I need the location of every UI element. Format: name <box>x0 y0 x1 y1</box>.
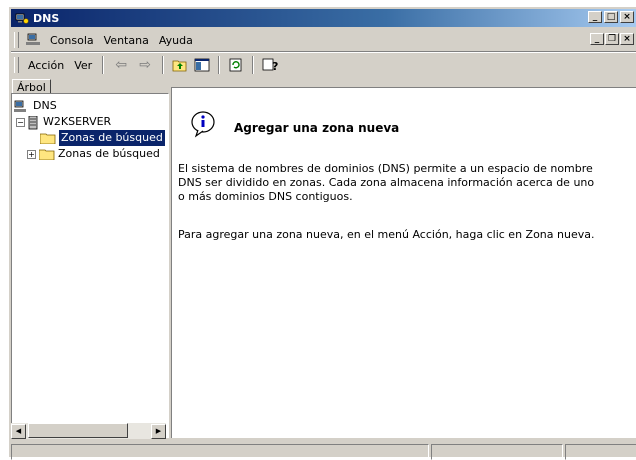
details-paragraph-1: El sistema de nombres de dominios (DNS) … <box>178 162 595 203</box>
tree-label: DNS <box>33 99 57 112</box>
info-icon <box>190 110 218 138</box>
show-hide-tree-icon[interactable] <box>193 56 211 74</box>
scroll-right-button[interactable]: ▶ <box>151 423 166 439</box>
tree-label: Zonas de búsqued <box>59 130 165 146</box>
title-buttons: _ □ × <box>588 11 634 23</box>
menu-ayuda[interactable]: Ayuda <box>154 34 198 47</box>
toolbar: Acción Ver ⇦ ⇨ ? <box>11 53 636 77</box>
title-bar[interactable]: DNS _ □ × <box>11 9 636 27</box>
child-window-buttons: _ ❐ × <box>590 33 634 45</box>
details-pane: Agregar una zona nueva El sistema de nom… <box>171 87 636 438</box>
minimize-button[interactable]: _ <box>588 11 602 23</box>
maximize-button[interactable]: □ <box>604 11 618 23</box>
tree-pane[interactable]: DNS − W2KSERVER Zonas de búsqued + Zonas… <box>11 93 169 438</box>
details-paragraph-2: Para agregar una zona nueva, en el menú … <box>178 228 595 241</box>
menu-ventana[interactable]: Ventana <box>99 34 154 47</box>
back-arrow-icon[interactable]: ⇦ <box>111 56 131 74</box>
status-cell-3 <box>565 444 636 460</box>
tree-horizontal-scrollbar[interactable]: ◀ ▶ <box>11 423 166 439</box>
toolbar-separator <box>252 56 255 74</box>
menu-accion[interactable]: Acción <box>23 59 69 72</box>
details-heading: Agregar una zona nueva <box>234 121 400 135</box>
tree-node-server[interactable]: − W2KSERVER <box>14 114 165 130</box>
server-icon <box>28 115 40 130</box>
refresh-icon[interactable] <box>227 56 245 74</box>
status-cell-2 <box>431 444 563 460</box>
close-button[interactable]: × <box>620 11 634 23</box>
menu-ver[interactable]: Ver <box>69 59 97 72</box>
scroll-thumb[interactable] <box>28 423 128 438</box>
help-icon[interactable]: ? <box>261 56 279 74</box>
folder-icon <box>38 148 55 161</box>
status-bar <box>11 444 636 460</box>
toolbar-separator <box>218 56 221 74</box>
collapse-toggle-icon[interactable]: − <box>16 117 25 127</box>
tree-node-forward-zones[interactable]: Zonas de búsqued <box>14 130 165 146</box>
dns-node-icon <box>14 100 30 112</box>
dns-app-icon <box>15 11 29 25</box>
mmc-window: DNS _ □ × Consola Ventana Ayuda _ ❐ × Ac… <box>8 6 636 460</box>
child-close-button[interactable]: × <box>620 33 634 45</box>
menu-grip[interactable] <box>14 32 19 48</box>
console-icon <box>25 31 43 49</box>
menu-consola[interactable]: Consola <box>45 34 99 47</box>
console-tree: DNS − W2KSERVER Zonas de búsqued + Zonas… <box>14 98 165 162</box>
toolbar-grip[interactable] <box>14 57 19 73</box>
window-title: DNS <box>33 11 60 25</box>
tree-label: Zonas de búsqued <box>58 147 160 160</box>
toolbar-separator <box>102 56 105 74</box>
tree-label: W2KSERVER <box>43 115 112 128</box>
expand-toggle-icon[interactable]: + <box>27 149 36 159</box>
menu-bar: Consola Ventana Ayuda _ ❐ × <box>11 29 636 52</box>
child-restore-button[interactable]: ❐ <box>605 33 619 45</box>
up-level-icon[interactable] <box>171 56 189 74</box>
status-cell-main <box>11 444 429 460</box>
toolbar-separator <box>162 56 165 74</box>
svg-text:?: ? <box>272 60 278 72</box>
forward-arrow-icon[interactable]: ⇨ <box>135 56 155 74</box>
tree-node-reverse-zones[interactable]: + Zonas de búsqued <box>14 146 165 162</box>
tree-node-dns[interactable]: DNS <box>14 98 165 114</box>
child-minimize-button[interactable]: _ <box>590 33 604 45</box>
folder-icon <box>39 132 56 145</box>
scroll-left-button[interactable]: ◀ <box>11 423 26 439</box>
